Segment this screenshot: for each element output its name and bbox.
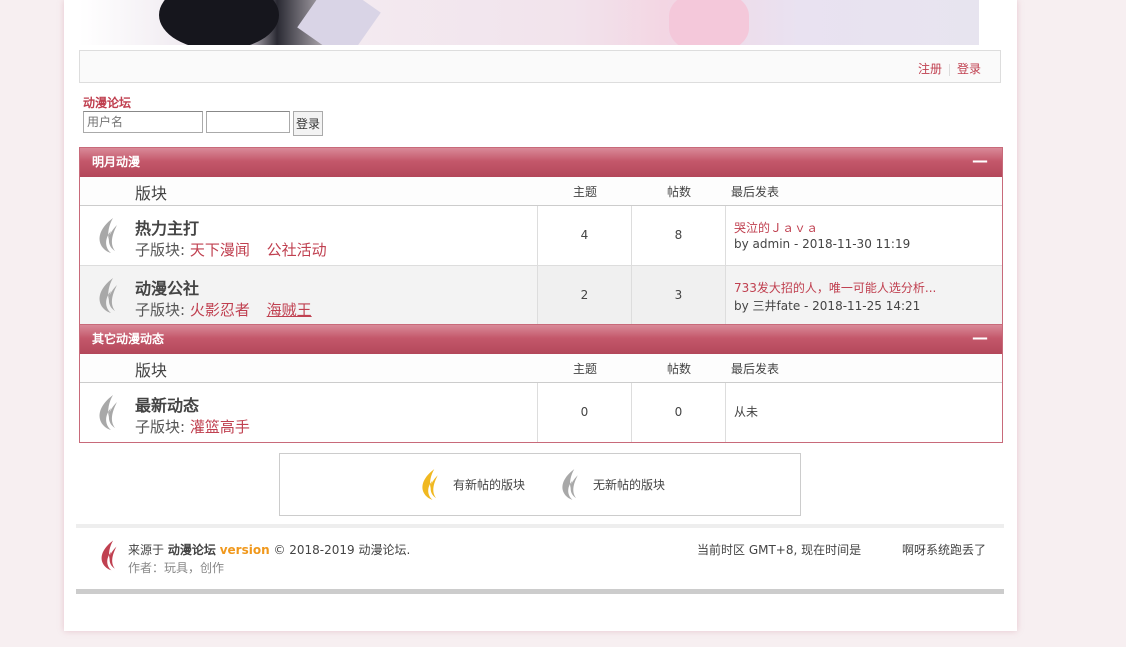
col-posts: 帖数 xyxy=(667,185,692,199)
subforum-list: 子版块: 天下漫闻 公社活动 xyxy=(135,239,339,260)
subforum-link[interactable]: 公社活动 xyxy=(267,241,327,259)
icon-legend: 有新帖的版块 无新帖的版块 xyxy=(279,453,801,516)
new-posts-icon xyxy=(422,469,438,500)
col-posts: 帖数 xyxy=(667,362,692,376)
subforum-label: 子版块: xyxy=(135,241,186,259)
subforum-list: 子版块: 灌篮高手 xyxy=(135,416,262,437)
no-new-posts-icon xyxy=(562,469,578,500)
footer: 来源于 动漫论坛 version © 2018-2019 动漫论坛. 作者：玩具… xyxy=(76,528,1004,588)
username-input[interactable] xyxy=(83,111,203,133)
category-block: 其它动漫动态 — 版块 主题 帖数 最后发表 最新动态 子版块: 灌篮高手 0 … xyxy=(79,324,1003,443)
header-banner-image xyxy=(79,0,979,45)
last-post-title[interactable]: 733发大招的人，唯一可能人选分析... xyxy=(734,279,936,296)
subforum-link[interactable]: 天下漫闻 xyxy=(190,241,250,259)
post-count: 0 xyxy=(632,383,726,442)
forum-row: 最新动态 子版块: 灌篮高手 0 0 从未 xyxy=(80,383,1002,442)
login-link[interactable]: 登录 xyxy=(957,62,981,76)
subforum-label: 子版块: xyxy=(135,301,186,319)
top-user-bar: 注册 登录 xyxy=(79,50,1001,83)
col-topics: 主题 xyxy=(573,362,598,376)
post-count: 3 xyxy=(632,266,726,325)
col-topics: 主题 xyxy=(573,185,598,199)
collapse-toggle-icon[interactable]: — xyxy=(972,323,988,352)
topic-count: 2 xyxy=(538,266,632,325)
col-last-post: 最后发表 xyxy=(731,185,780,199)
last-post-none: 从未 xyxy=(734,405,759,419)
subforum-link[interactable]: 灌篮高手 xyxy=(190,418,250,436)
page-container: 注册登录 动漫论坛 登录 明月动漫 — 版块 主题 帖数 最后发表 热力主打 xyxy=(64,0,1017,631)
subforum-link[interactable]: 海贼王 xyxy=(267,301,312,319)
legend-none: 无新帖的版块 xyxy=(555,464,665,504)
legend-none-label: 无新帖的版块 xyxy=(593,478,666,492)
footer-error-text: 啊呀系统跑丢了 xyxy=(902,543,987,557)
no-new-posts-icon xyxy=(91,275,123,315)
last-post-meta: by 三井fate - 2018-11-25 14:21 xyxy=(734,299,921,313)
forum-name[interactable]: 最新动态 xyxy=(135,392,199,416)
topic-count: 4 xyxy=(538,206,632,265)
powered-by: 来源于 动漫论坛 version © 2018-2019 动漫论坛. xyxy=(128,541,410,558)
post-count: 8 xyxy=(632,206,726,265)
login-button[interactable]: 登录 xyxy=(293,111,323,136)
forum-name[interactable]: 动漫公社 xyxy=(135,275,199,299)
last-post-title[interactable]: 哭泣的Ｊａｖａ xyxy=(734,219,818,236)
password-input[interactable] xyxy=(206,111,290,133)
forum-row: 热力主打 子版块: 天下漫闻 公社活动 4 8 哭泣的Ｊａｖａ by admin… xyxy=(80,206,1002,266)
col-board: 版块 xyxy=(135,361,168,380)
footer-copyright: © 2018-2019 动漫论坛. xyxy=(273,543,411,557)
footer-author: 作者：玩具，创作 xyxy=(128,561,225,575)
subforum-list: 子版块: 火影忍者 海贼王 xyxy=(135,299,324,320)
last-post-meta: by admin - 2018-11-30 11:19 xyxy=(734,237,911,251)
no-new-posts-icon xyxy=(91,392,123,432)
legend-new-label: 有新帖的版块 xyxy=(453,478,526,492)
collapse-toggle-icon[interactable]: — xyxy=(972,146,988,175)
discuz-logo-icon xyxy=(94,538,122,572)
subforum-link[interactable]: 火影忍者 xyxy=(190,301,250,319)
no-new-posts-icon xyxy=(91,215,123,255)
category-title[interactable]: 其它动漫动态 xyxy=(92,332,164,346)
forum-row: 动漫公社 子版块: 火影忍者 海贼王 2 3 733发大招的人，唯一可能人选分析… xyxy=(80,266,1002,325)
column-header-row: 版块 主题 帖数 最后发表 xyxy=(80,177,1002,206)
category-block: 明月动漫 — 版块 主题 帖数 最后发表 热力主打 子版块: 天下漫闻 公社活动… xyxy=(79,147,1003,326)
category-title[interactable]: 明月动漫 xyxy=(92,155,140,169)
divider xyxy=(948,63,950,76)
topic-count: 0 xyxy=(538,383,632,442)
col-last-post: 最后发表 xyxy=(731,362,780,376)
footer-version: version xyxy=(219,543,270,557)
column-header-row: 版块 主题 帖数 最后发表 xyxy=(80,354,1002,383)
footer-forum-name[interactable]: 动漫论坛 xyxy=(168,543,216,557)
legend-new: 有新帖的版块 xyxy=(415,464,525,504)
category-header: 其它动漫动态 — xyxy=(80,325,1002,354)
category-header: 明月动漫 — xyxy=(80,148,1002,177)
footer-timezone: 当前时区 GMT+8, 现在时间是 xyxy=(697,543,862,557)
subforum-label: 子版块: xyxy=(135,418,186,436)
forum-name[interactable]: 热力主打 xyxy=(135,215,199,239)
forum-home-link[interactable]: 动漫论坛 xyxy=(83,94,131,111)
register-link[interactable]: 注册 xyxy=(918,62,942,76)
col-board: 版块 xyxy=(135,184,168,203)
footer-bottom-bar xyxy=(76,589,1004,594)
powered-prefix: 来源于 xyxy=(128,543,165,557)
